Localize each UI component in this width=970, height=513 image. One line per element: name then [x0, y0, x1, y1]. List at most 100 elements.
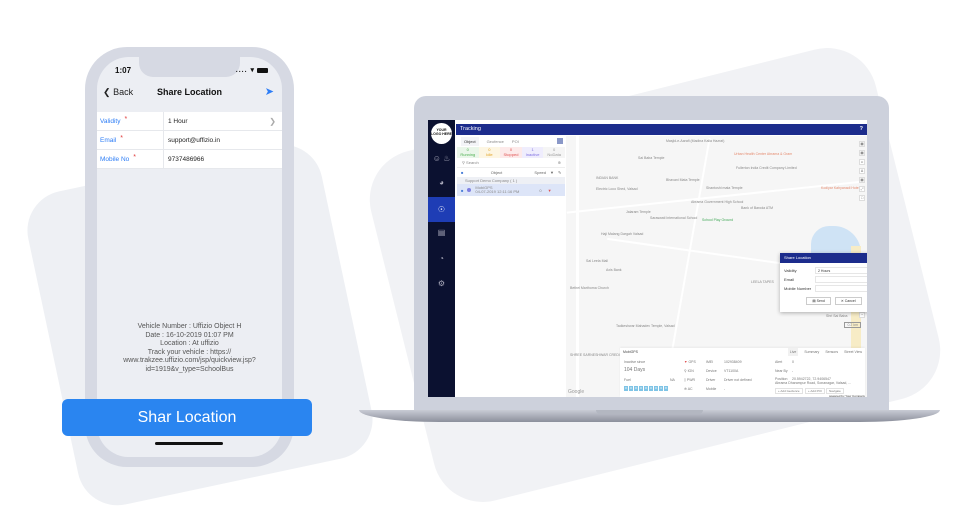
map-label: Kodiyar Kahyanadi Hotel — [821, 186, 860, 190]
side-nav: YOUR LOGO HERE ☺ ♨ ◕ ☉ ▤ ◔ ⚙ — [428, 120, 455, 397]
fullscreen-icon[interactable]: ⤢ — [859, 186, 865, 192]
search-input[interactable]: ⚲ Search ⊕ — [457, 158, 565, 168]
tab-live[interactable]: Live — [787, 348, 799, 356]
email-field[interactable]: support@uffizio.in — [164, 137, 282, 144]
cancel-button[interactable]: ✕ Cancel — [834, 297, 862, 305]
tracking-icon[interactable]: ☉ — [428, 197, 455, 222]
map-tool-icon[interactable]: ☺ — [859, 159, 865, 165]
field-label: Email * — [97, 131, 164, 149]
add-geofence-button[interactable]: + Add Geofence — [775, 388, 803, 394]
form-row-email[interactable]: Email * support@uffizio.in — [97, 131, 282, 150]
map-label: Saraswati International School — [650, 216, 698, 220]
tab-object[interactable]: Object — [461, 136, 479, 146]
zoom-out-icon[interactable]: − — [859, 312, 865, 318]
map-label: Haji Malang Dargah Valsad — [601, 232, 644, 236]
status-count-inactive[interactable]: 1 Inactive — [521, 147, 544, 158]
tab-poi[interactable]: POI — [512, 139, 519, 144]
imei-value: 102938409 — [724, 360, 742, 364]
report-icon[interactable]: ▤ — [428, 228, 455, 237]
page-title: Share Location — [156, 87, 222, 97]
map-label: Shantoshi mata Temple — [706, 186, 743, 190]
odometer: 000000038 — [624, 386, 668, 391]
tab-sensors[interactable]: Sensors — [825, 348, 838, 356]
modal-title: Share Location — [784, 255, 811, 260]
share-location-modal: Share Location × Validity 2 Hours⇕ Email… — [780, 253, 867, 312]
fuel-value: NA — [670, 378, 675, 382]
sensor-pwr: ▯ PWR — [684, 378, 696, 382]
status-count-idle[interactable]: 0 Idle — [478, 147, 501, 158]
column-speed: Speed — [534, 170, 546, 175]
location-arrow-icon[interactable]: ➤ — [265, 85, 274, 98]
user-icon[interactable]: ☺ ♨ — [428, 154, 455, 163]
mobile-field[interactable]: 9737486966 — [164, 156, 282, 163]
key-icon: ⚲ — [684, 369, 687, 373]
row-checkbox[interactable]: ■ — [461, 188, 463, 193]
required-mark: * — [124, 115, 128, 123]
map-label: Bank of Baroda ATM — [741, 206, 774, 210]
odometer-digit: 0 — [639, 386, 643, 391]
select-all-checkbox[interactable]: ■ — [461, 168, 469, 177]
odometer-digit: 3 — [659, 386, 663, 391]
object-info: MobiGPS 04-07-2019 12:11:16 PM — [475, 185, 520, 194]
tab-geofence[interactable]: Geofence — [487, 139, 504, 144]
chart-icon[interactable]: ◔ — [428, 254, 455, 263]
status-count-stopped[interactable]: 0 Stopped — [500, 147, 522, 158]
odometer-digit: 0 — [644, 386, 648, 391]
message-line: Location : At uffizio — [160, 340, 219, 348]
modal-mobile-input[interactable] — [815, 285, 867, 292]
tab-street-view[interactable]: Street View — [844, 348, 862, 356]
powered-by: powered by Your Company — [828, 394, 865, 397]
message-line: id=1919&v_type=SchoolBus — [145, 365, 234, 373]
validity-select[interactable]: 2 Hours⇕ — [815, 267, 867, 274]
form-row-validity[interactable]: Validity * 1 Hour ❯ — [97, 112, 282, 131]
status-counts: 0 Running 0 Idle 0 Stopped 1 Inactive 0 NoData — [457, 147, 565, 158]
settings-icon[interactable]: ⚙ — [428, 279, 455, 288]
sensor-gps: ▼ GPS — [684, 360, 696, 364]
laptop-notch — [596, 410, 703, 414]
dashboard-icon[interactable]: ◕ — [428, 178, 455, 187]
map-tool-icon[interactable]: A — [859, 168, 865, 174]
nav-bar: ❮ Back Share Location ➤ — [97, 83, 282, 105]
driver-label: Driver — [706, 378, 716, 382]
device-value: VT1100A — [724, 369, 739, 373]
email-label: Email — [784, 277, 795, 282]
status-count-nodata[interactable]: 0 NoData — [543, 147, 565, 158]
layers-icon[interactable]: □ — [859, 195, 865, 201]
power-icon: ▯ — [684, 378, 686, 382]
modal-email-input[interactable] — [815, 276, 867, 283]
map-label: Shri Sai Baba — [826, 314, 848, 318]
modal-email-row: Email — [780, 275, 867, 284]
imei-label: IMEI — [706, 360, 714, 364]
sensor-ac: ❄ AC — [684, 387, 693, 391]
nearby-value: - — [792, 369, 794, 373]
map-view[interactable]: Masjid-e-Aarafi (Madina Kalia Hazrat) Sa… — [566, 136, 867, 397]
object-row[interactable]: ■ MobiGPS 04-07-2019 12:11:16 PM 0 ▼ — [457, 184, 565, 196]
status-time: 1:07 — [115, 66, 132, 75]
panel-tabs: Object Geofence POI — [457, 136, 565, 146]
tab-summary[interactable]: Summary — [804, 348, 819, 356]
status-icons: .... ▾ — [236, 66, 268, 74]
wifi-icon: ▾ — [250, 67, 255, 74]
help-icon[interactable]: ? — [860, 124, 863, 135]
map-tool-icon[interactable]: ▦ — [859, 177, 865, 183]
map-tool-icon[interactable]: ▦ — [859, 141, 865, 147]
inactive-value: 104 Days — [624, 367, 646, 373]
status-bar: 1:07 .... ▾ — [97, 65, 282, 79]
map-label: Jalaram Temple — [626, 210, 651, 214]
map-label: Urban Health Center Abrama & Gram — [734, 152, 793, 156]
send-button[interactable]: ▤ Send — [806, 297, 831, 305]
status-count-running[interactable]: 0 Running — [457, 147, 479, 158]
address-value: Abrama Dharampur Road, Sonanagar, Valsad… — [775, 381, 852, 385]
map-label: School Play Ground — [702, 218, 734, 222]
panel-menu-button[interactable] — [557, 138, 563, 144]
add-poi-button[interactable]: + Add POI — [805, 388, 825, 394]
form-row-mobile[interactable]: Mobile No * 9737486966 — [97, 150, 282, 169]
share-location-button[interactable]: Shar Location — [62, 399, 312, 436]
required-mark: * — [133, 153, 136, 161]
map-tool-icon[interactable]: ▦ — [859, 150, 865, 156]
map-label: SHREE SARNESHWAR CREDIT — [570, 353, 622, 357]
target-icon[interactable]: ⊕ — [558, 158, 561, 168]
edit-icon[interactable]: ✎ — [558, 168, 561, 177]
group-row[interactable]: Support Demo Company ( 1 ) — [457, 177, 565, 184]
share-form: Validity * 1 Hour ❯ Email * support@uffizi… — [97, 112, 282, 169]
